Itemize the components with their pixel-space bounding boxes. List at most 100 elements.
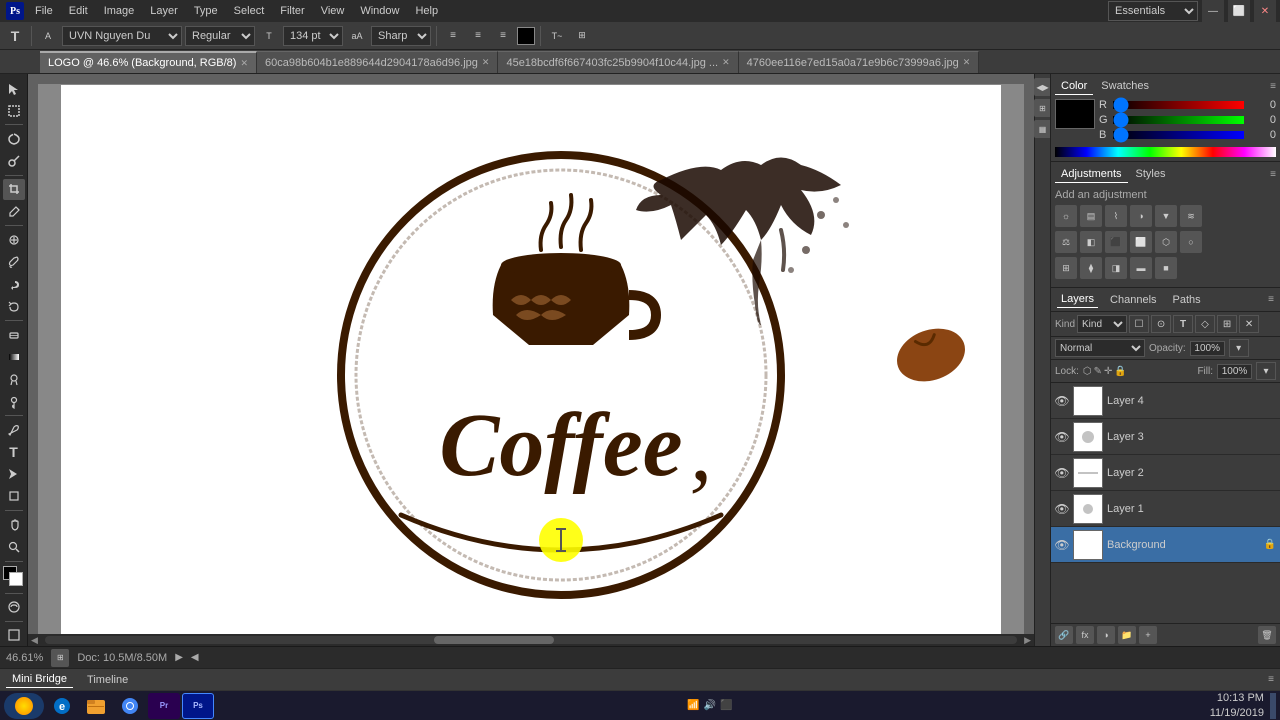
b-slider[interactable]: [1113, 131, 1244, 139]
menu-type[interactable]: Type: [187, 3, 225, 19]
healing-brush-tool[interactable]: [3, 229, 25, 250]
exposure-icon[interactable]: ◑: [1130, 205, 1152, 227]
screen-mode-button[interactable]: [3, 625, 25, 646]
filter-type-btn[interactable]: T: [1173, 315, 1193, 333]
opacity-input[interactable]: [1190, 341, 1225, 356]
color-swatch[interactable]: [1055, 99, 1095, 129]
timeline-tab[interactable]: Timeline: [81, 672, 134, 688]
tab-img3-close[interactable]: ✕: [963, 57, 971, 68]
layer-item-3[interactable]: 👁 Layer 3: [1051, 419, 1280, 455]
align-left-icon[interactable]: ≡: [442, 25, 464, 47]
adjustments-tab[interactable]: Adjustments: [1055, 166, 1128, 183]
filter-adjust-btn[interactable]: ⊙: [1151, 315, 1171, 333]
canvas-content[interactable]: Coffee ,: [38, 84, 1024, 636]
anti-alias-select[interactable]: Sharp: [371, 26, 431, 46]
lock-image-icon[interactable]: ✎: [1094, 366, 1102, 377]
move-tool[interactable]: [3, 78, 25, 99]
capitalize-icon[interactable]: aA: [346, 25, 368, 47]
swatches-tab[interactable]: Swatches: [1095, 78, 1155, 95]
gradient-map-icon[interactable]: ▬: [1130, 257, 1152, 279]
threshold-icon[interactable]: ⧫: [1080, 257, 1102, 279]
scroll-nav-btn[interactable]: ◀: [191, 652, 199, 663]
opacity-arrow[interactable]: ▾: [1229, 339, 1249, 357]
type-tool[interactable]: T: [3, 441, 25, 462]
g-slider[interactable]: [1113, 116, 1244, 124]
essentials-dropdown[interactable]: Essentials: [1108, 1, 1198, 21]
horizontal-scrollbar[interactable]: ◀ ▶: [28, 634, 1034, 646]
quick-select-tool[interactable]: [3, 151, 25, 172]
pen-tool[interactable]: [3, 419, 25, 440]
brush-tool[interactable]: [3, 252, 25, 273]
menu-image[interactable]: Image: [97, 3, 142, 19]
levels-icon[interactable]: ▤: [1080, 205, 1102, 227]
layer-item-1[interactable]: 👁 Layer 1: [1051, 491, 1280, 527]
lasso-tool[interactable]: [3, 128, 25, 149]
fill-input[interactable]: [1217, 364, 1252, 379]
channels-tab[interactable]: Channels: [1106, 292, 1160, 308]
color-panel-menu[interactable]: ≡: [1270, 81, 1276, 92]
start-button[interactable]: [4, 693, 44, 719]
character-panel-icon[interactable]: ⊞: [571, 25, 593, 47]
marquee-tool[interactable]: [3, 100, 25, 121]
styles-tab[interactable]: Styles: [1130, 166, 1172, 183]
scroll-left-btn[interactable]: ◀: [28, 635, 41, 646]
posterize-icon[interactable]: ⊞: [1055, 257, 1077, 279]
filter-shape-btn[interactable]: ◇: [1195, 315, 1215, 333]
eyedropper-tool[interactable]: [3, 201, 25, 222]
panel-resize-3[interactable]: ▦: [1034, 120, 1052, 138]
ie-icon[interactable]: e: [46, 693, 78, 719]
add-mask-btn[interactable]: ◑: [1097, 626, 1115, 644]
tab-img2-close[interactable]: ✕: [722, 57, 730, 68]
menu-select[interactable]: Select: [227, 3, 272, 19]
blur-tool[interactable]: [3, 369, 25, 390]
layer3-visibility[interactable]: 👁: [1055, 430, 1069, 444]
layer-item-2[interactable]: 👁 Layer 2: [1051, 455, 1280, 491]
panel-resize-2[interactable]: ⊞: [1034, 99, 1052, 117]
fill-arrow[interactable]: ▾: [1256, 362, 1276, 380]
filter-smart-btn[interactable]: ⊞: [1217, 315, 1237, 333]
menu-window[interactable]: Window: [353, 3, 406, 19]
premiere-pro-icon[interactable]: Pr: [148, 693, 180, 719]
photofilter-icon[interactable]: ⬛: [1105, 231, 1127, 253]
menu-layer[interactable]: Layer: [143, 3, 185, 19]
bottom-panel-menu[interactable]: ≡: [1268, 674, 1274, 685]
dodge-tool[interactable]: [3, 391, 25, 412]
show-desktop-btn[interactable]: [1270, 693, 1276, 719]
blend-mode-select[interactable]: Normal: [1055, 339, 1145, 357]
tab-img3[interactable]: 4760ee116e7ed15a0a71e9b6c73999a6.jpg ✕: [739, 51, 980, 73]
menu-filter[interactable]: Filter: [273, 3, 311, 19]
curves-icon[interactable]: ⌇: [1105, 205, 1127, 227]
maximize-button[interactable]: ⬜: [1228, 0, 1250, 22]
background-visibility[interactable]: 👁: [1055, 538, 1069, 552]
eraser-tool[interactable]: [3, 324, 25, 345]
solid-color-icon[interactable]: ■: [1155, 257, 1177, 279]
tab-logo[interactable]: LOGO @ 46.6% (Background, RGB/8) ✕: [40, 51, 257, 73]
quick-mask-tool[interactable]: [3, 597, 25, 618]
layers-tab[interactable]: Layers: [1057, 291, 1098, 308]
hand-tool[interactable]: [3, 514, 25, 535]
align-center-icon[interactable]: ≡: [467, 25, 489, 47]
mini-bridge-tab[interactable]: Mini Bridge: [6, 671, 73, 688]
channelmixer-icon[interactable]: ⬜: [1130, 231, 1152, 253]
brightness-icon[interactable]: ☼: [1055, 205, 1077, 227]
color-tab[interactable]: Color: [1055, 78, 1093, 95]
minimize-button[interactable]: —: [1202, 0, 1224, 22]
new-group-btn[interactable]: 📁: [1118, 626, 1136, 644]
colorlookup-icon[interactable]: ⬡: [1155, 231, 1177, 253]
menu-view[interactable]: View: [314, 3, 352, 19]
tab-logo-close[interactable]: ✕: [240, 58, 248, 69]
path-selection-tool[interactable]: [3, 464, 25, 485]
explorer-icon[interactable]: [80, 693, 112, 719]
text-tool-icon[interactable]: T: [4, 25, 26, 47]
tab-img2[interactable]: 45e18bcdf6f667403fc25b9904f10c44.jpg ...…: [498, 51, 738, 73]
lock-transparent-icon[interactable]: ⬡: [1083, 366, 1092, 377]
close-button[interactable]: ✕: [1254, 0, 1276, 22]
selectivecolor-icon[interactable]: ◨: [1105, 257, 1127, 279]
layer4-visibility[interactable]: 👁: [1055, 394, 1069, 408]
hsl-icon[interactable]: ≋: [1180, 205, 1202, 227]
scroll-right-btn[interactable]: ▶: [1021, 635, 1034, 646]
filter-pixel-btn[interactable]: ☐: [1129, 315, 1149, 333]
paths-tab[interactable]: Paths: [1169, 292, 1205, 308]
color-spectrum-bar[interactable]: [1055, 147, 1276, 157]
menu-help[interactable]: Help: [408, 3, 445, 19]
